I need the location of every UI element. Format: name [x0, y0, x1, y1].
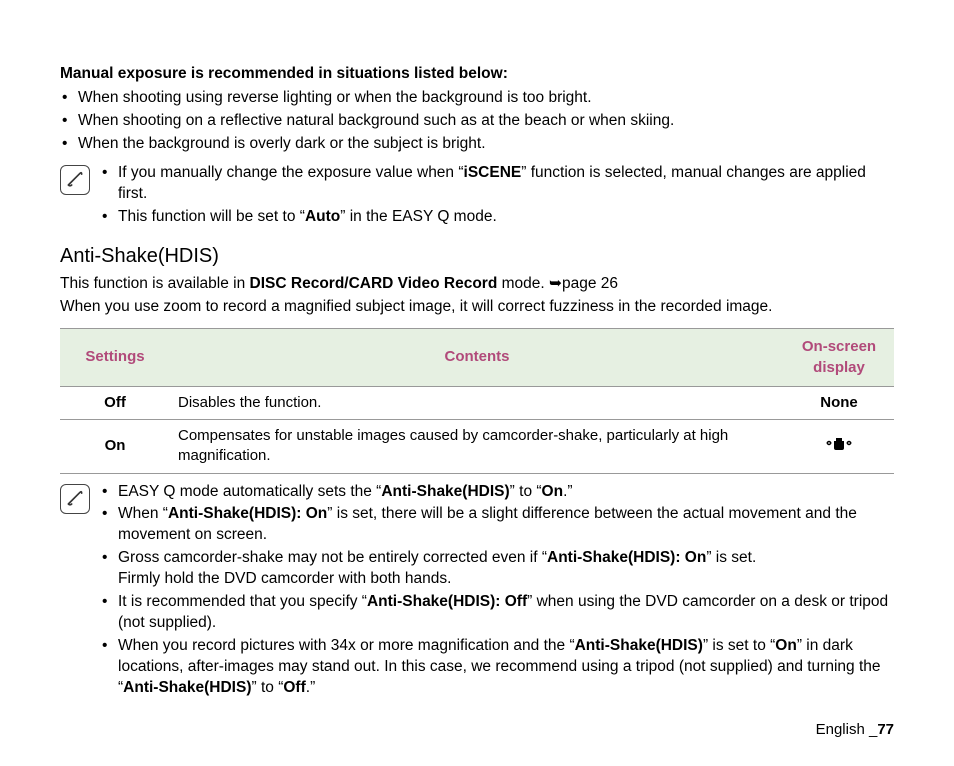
text: If you manually change the exposure valu…	[118, 164, 464, 181]
section-title: Anti-Shake(HDIS)	[60, 243, 894, 270]
bold-text: On	[775, 637, 797, 654]
text: Firmly hold the DVD camcorder with both …	[118, 570, 451, 587]
text: When you record pictures with 34x or mor…	[118, 637, 575, 654]
table-header-row: Settings Contents On-screen display	[60, 329, 894, 387]
intro-bullet-list: When shooting using reverse lighting or …	[60, 88, 894, 155]
note-block-1: If you manually change the exposure valu…	[60, 163, 894, 230]
bold-text: DISC Record/CARD Video Record	[250, 275, 498, 292]
note2-bullet: EASY Q mode automatically sets the “Anti…	[100, 482, 894, 503]
note-icon	[60, 484, 90, 514]
settings-table: Settings Contents On-screen display Off …	[60, 328, 894, 473]
note-icon	[60, 165, 90, 195]
intro-bullet: When shooting on a reflective natural ba…	[60, 111, 894, 132]
note1-bullet: If you manually change the exposure valu…	[100, 163, 894, 205]
text: ” is set to “	[703, 637, 775, 654]
bold-text: Off	[283, 679, 305, 696]
cell-content: Disables the function.	[170, 386, 784, 419]
note2-bullet: Gross camcorder-shake may not be entirel…	[100, 548, 894, 590]
text: It is recommended that you specify “	[118, 593, 367, 610]
intro-bullet: When shooting using reverse lighting or …	[60, 88, 894, 109]
cell-setting: Off	[60, 386, 170, 419]
footer-lang: English	[816, 721, 869, 738]
intro-bullet: When the background is overly dark or th…	[60, 134, 894, 155]
table-row: On Compensates for unstable images cause…	[60, 420, 894, 474]
note2-bullet: When you record pictures with 34x or mor…	[100, 636, 894, 699]
hand-shake-icon	[824, 434, 854, 458]
note2-bullet: When “Anti-Shake(HDIS): On” is set, ther…	[100, 504, 894, 546]
th-display: On-screen display	[784, 329, 894, 387]
text: ” to “	[510, 483, 542, 500]
text: mode. ➥page 26	[497, 275, 618, 292]
text: This function is available in	[60, 275, 250, 292]
cell-display-icon	[784, 420, 894, 474]
text: ” is set.	[706, 549, 756, 566]
text: ” in the EASY Q mode.	[340, 208, 497, 225]
bold-text: On	[542, 483, 564, 500]
note-block-2: EASY Q mode automatically sets the “Anti…	[60, 482, 894, 701]
bold-text: Auto	[305, 208, 340, 225]
bold-text: Anti-Shake(HDIS): On	[547, 549, 706, 566]
table-row: Off Disables the function. None	[60, 386, 894, 419]
text: When “	[118, 505, 168, 522]
intro-heading: Manual exposure is recommended in situat…	[60, 64, 894, 85]
text: Gross camcorder-shake may not be entirel…	[118, 549, 547, 566]
text: .”	[563, 483, 572, 500]
note1-bullet: This function will be set to “Auto” in t…	[100, 207, 894, 228]
text: EASY Q mode automatically sets the “	[118, 483, 381, 500]
section-desc-2: When you use zoom to record a magnified …	[60, 297, 894, 318]
note2-bullet: It is recommended that you specify “Anti…	[100, 592, 894, 634]
text: .”	[306, 679, 315, 696]
text: ” to “	[252, 679, 284, 696]
text: This function will be set to “	[118, 208, 305, 225]
bold-text: Anti-Shake(HDIS)	[123, 679, 251, 696]
bold-text: Anti-Shake(HDIS): On	[168, 505, 327, 522]
bold-text: iSCENE	[464, 164, 522, 181]
page-footer: English _77	[816, 720, 894, 740]
bold-text: Anti-Shake(HDIS): Off	[367, 593, 527, 610]
th-contents: Contents	[170, 329, 784, 387]
cell-display: None	[784, 386, 894, 419]
footer-page-number: 77	[877, 721, 894, 738]
bold-text: Anti-Shake(HDIS)	[381, 483, 509, 500]
cell-content: Compensates for unstable images caused b…	[170, 420, 784, 474]
th-settings: Settings	[60, 329, 170, 387]
section-desc-1: This function is available in DISC Recor…	[60, 274, 894, 295]
bold-text: Anti-Shake(HDIS)	[575, 637, 703, 654]
cell-setting: On	[60, 420, 170, 474]
